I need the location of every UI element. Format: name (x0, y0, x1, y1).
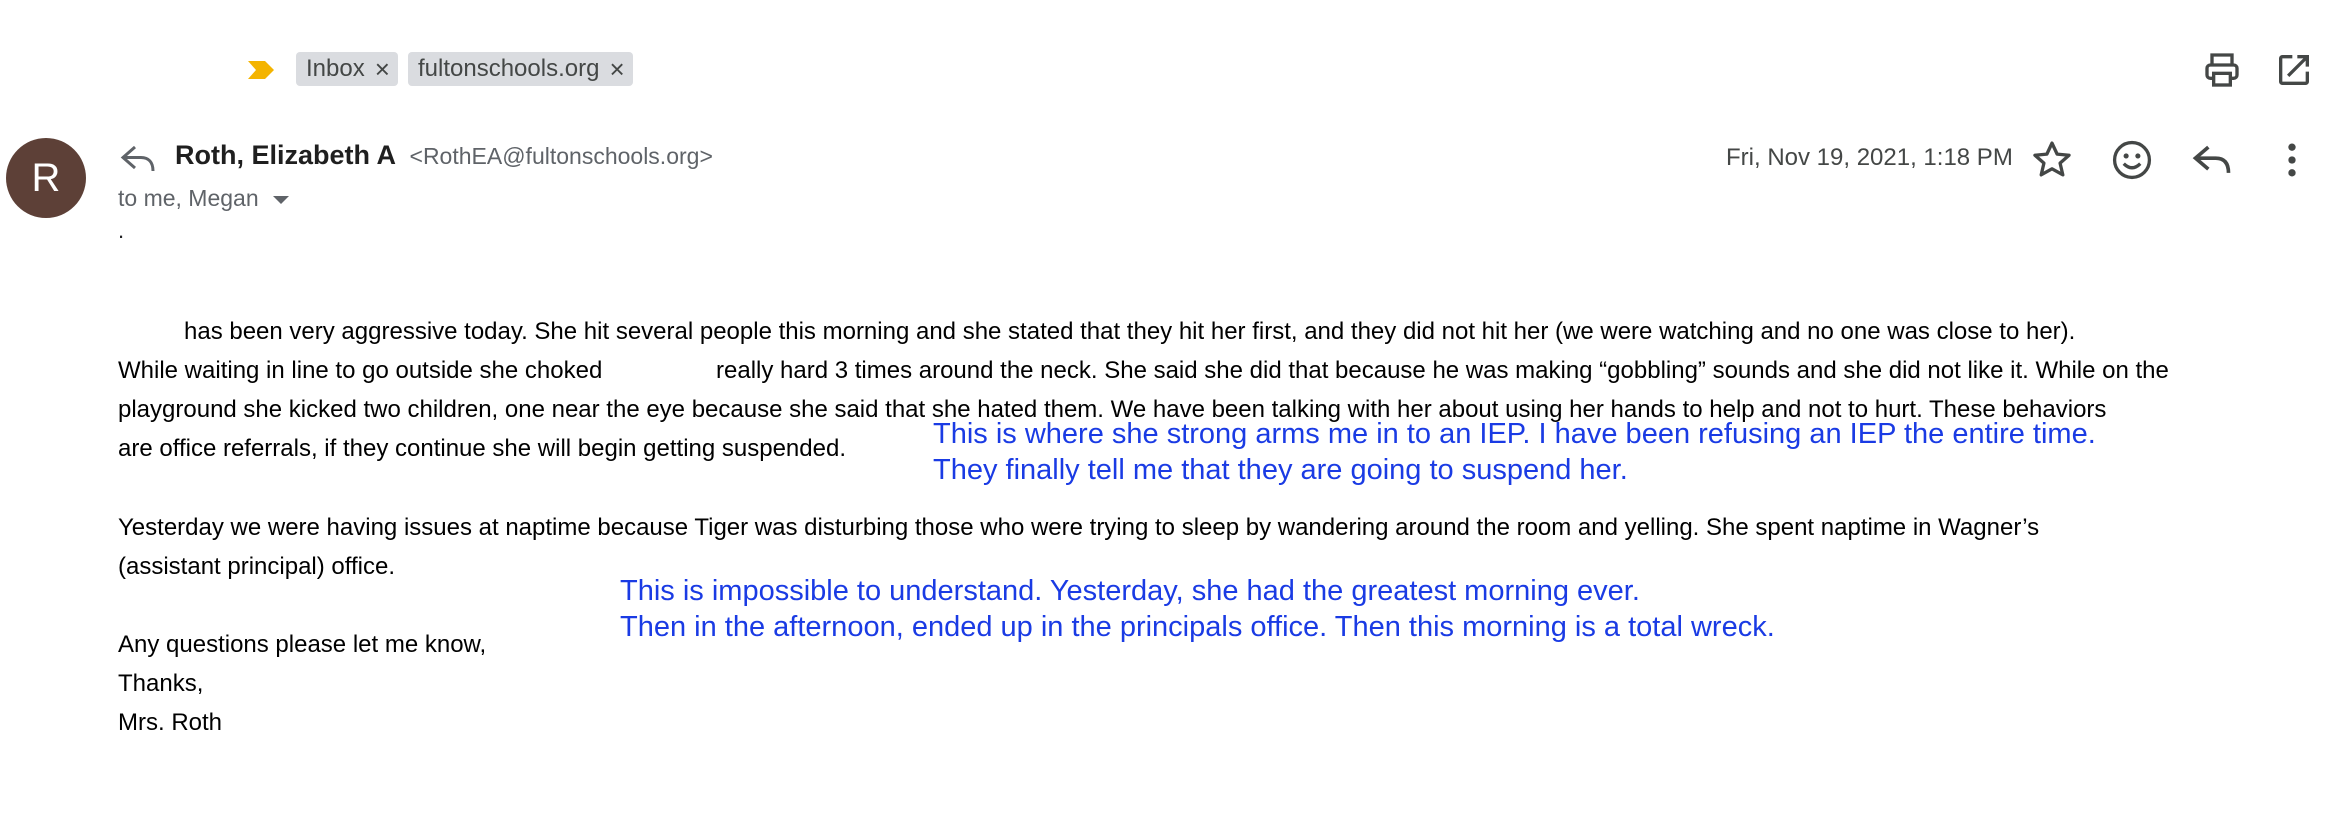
label-chip-text: fultonschools.org (418, 55, 600, 82)
emoji-icon[interactable] (2110, 138, 2154, 182)
annotation-note: They finally tell me that they are going… (933, 454, 1628, 486)
label-chip-inbox[interactable]: Inbox × (296, 52, 398, 86)
email-date: Fri, Nov 19, 2021, 1:18 PM (1726, 144, 2013, 171)
body-line: While waiting in line to go outside she … (118, 357, 603, 384)
body-line: really hard 3 times around the neck. She… (716, 357, 2169, 384)
body-line: (assistant principal) office. (118, 553, 396, 580)
print-icon[interactable] (2202, 50, 2242, 90)
reply-icon[interactable] (2190, 138, 2234, 182)
annotation-note: This is impossible to understand. Yester… (620, 575, 1640, 607)
body-dot: . (118, 218, 125, 243)
body-line: Yesterday we were having issues at napti… (118, 514, 2040, 541)
remove-label-icon[interactable]: × (609, 56, 624, 82)
remove-label-icon[interactable]: × (375, 56, 390, 82)
body-line: has been very aggressive today. She hit … (184, 318, 2076, 345)
importance-marker-icon (248, 61, 274, 79)
annotation-note: This is where she strong arms me in to a… (933, 418, 2096, 450)
sender-email: <RothEA@fultonschools.org> (409, 143, 713, 169)
annotation-note: Then in the afternoon, ended up in the p… (620, 611, 1775, 643)
open-in-new-window-icon[interactable] (2274, 50, 2314, 90)
replied-indicator-icon (120, 145, 155, 172)
signature: Mrs. Roth (118, 709, 223, 736)
chevron-down-icon[interactable] (272, 195, 289, 204)
closing-line: Thanks, (118, 670, 204, 697)
label-chip-domain[interactable]: fultonschools.org × (408, 52, 633, 86)
star-icon[interactable] (2030, 138, 2074, 182)
sender-avatar[interactable]: R (6, 138, 86, 218)
closing-line: Any questions please let me know, (118, 631, 487, 658)
sender-line: Roth, Elizabeth A <RothEA@fultonschools.… (175, 140, 713, 171)
body-line: are office referrals, if they continue s… (118, 435, 846, 462)
avatar-letter: R (31, 155, 61, 200)
more-vert-icon[interactable] (2270, 138, 2314, 182)
recipients-line[interactable]: to me, Megan (118, 185, 289, 212)
sender-name[interactable]: Roth, Elizabeth A (175, 140, 396, 170)
recipients-text: to me, Megan (118, 185, 259, 211)
label-chip-text: Inbox (306, 55, 365, 82)
